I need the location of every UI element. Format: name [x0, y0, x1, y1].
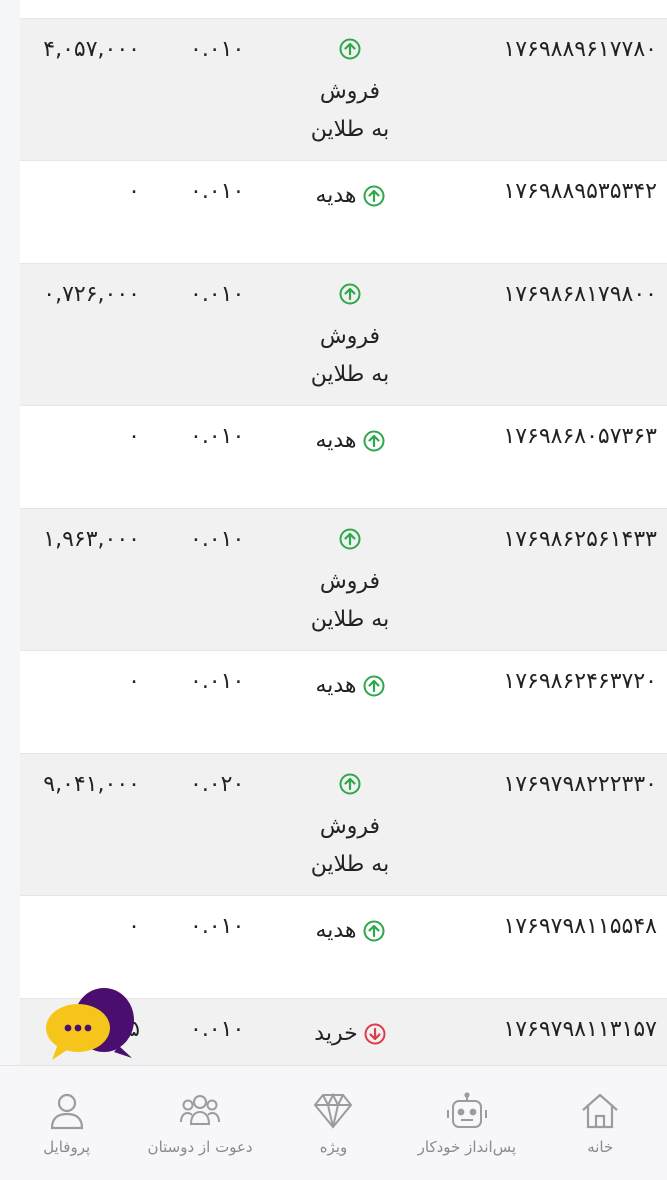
amount: ۰ — [128, 669, 140, 694]
nav-profile[interactable]: پروفایل — [2, 1066, 132, 1156]
nav-label: پروفایل — [43, 1138, 91, 1156]
arrow-up-circle-icon — [363, 185, 385, 207]
transaction-id: ۱۷۶۹۸۸۹۵۳۵۳۴۲ — [503, 179, 657, 204]
gold-weight: ۰.۰۱۰ — [190, 424, 245, 449]
list-top-edge — [20, 0, 667, 19]
arrow-up-circle-icon — [339, 283, 361, 305]
transaction-type: فروش به طلاین — [280, 280, 420, 394]
users-icon — [180, 1095, 221, 1125]
table-row[interactable]: ۱۷۶۹۸۶۸۱۷۹۸۰۰ فروش به طلاین ۰.۰۱۰ ۰,۷۲۶,۰۰۰ — [20, 264, 667, 406]
nav-invite-friends[interactable]: دعوت از دوستان — [135, 1066, 265, 1156]
gold-weight: ۰.۰۱۰ — [190, 282, 245, 307]
user-icon — [50, 1093, 83, 1130]
amount: ۹,۰۴۱,۰۰۰ — [43, 772, 140, 797]
gold-weight: ۰.۰۱۰ — [190, 1017, 245, 1042]
type-label-2: به طلاین — [310, 607, 390, 632]
gold-weight: ۰.۰۱۰ — [190, 179, 245, 204]
transaction-id: ۱۷۶۹۷۹۸۱۱۵۵۴۸ — [503, 914, 657, 939]
transaction-type: خریداز طلاین — [280, 1015, 420, 1066]
transaction-type: هدیه — [280, 422, 420, 465]
nav-label: پس‌انداز خودکار — [417, 1138, 517, 1156]
type-label-2: به طلاین — [310, 852, 390, 877]
nav-label: دعوت از دوستان — [147, 1138, 253, 1156]
gold-weight: ۰.۰۱۰ — [190, 37, 245, 62]
arrow-up-circle-icon — [363, 675, 385, 697]
type-label: فروش — [319, 79, 381, 104]
type-label: هدیه — [315, 673, 357, 698]
arrow-up-circle-icon — [363, 920, 385, 942]
gold-weight: ۰.۰۱۰ — [190, 527, 245, 552]
arrow-down-circle-icon — [364, 1023, 386, 1045]
type-label: هدیه — [315, 918, 357, 943]
transaction-type: هدیه — [280, 177, 420, 220]
type-label: فروش — [319, 814, 381, 839]
transaction-type: فروش به طلاین — [280, 770, 420, 884]
amount: ۴,۰۵۷,۰۰۰ — [43, 37, 140, 62]
transaction-id: ۱۷۶۹۸۶۲۴۶۳۷۲۰ — [503, 669, 657, 694]
transaction-id: ۱۷۶۹۸۶۲۵۶۱۴۳۳ — [503, 527, 657, 552]
transaction-type: فروش به طلاین — [280, 35, 420, 149]
arrow-up-circle-icon — [339, 773, 361, 795]
amount: ۱,۹۶۳,۰۰۰ — [43, 527, 140, 552]
table-row[interactable]: ۱۷۶۹۸۶۸۰۵۷۳۶۳ هدیه ۰.۰۱۰ ۰ — [20, 406, 667, 509]
transaction-id: ۱۷۶۹۸۶۸۰۵۷۳۶۳ — [503, 424, 657, 449]
arrow-up-circle-icon — [339, 38, 361, 60]
type-label: فروش — [319, 324, 381, 349]
type-label: فروش — [319, 569, 381, 594]
table-row[interactable]: ۱۷۶۹۸۶۲۵۶۱۴۳۳ فروش به طلاین ۰.۰۱۰ ۱,۹۶۳,۰۰۰ — [20, 509, 667, 651]
amount: ۰,۷۲۶,۰۰۰ — [43, 282, 140, 307]
nav-label: ویژه — [319, 1138, 348, 1156]
transactions-list[interactable]: ۱۷۶۹۸۸۹۶۱۷۷۸۰ فروش به طلاین ۰.۰۱۰ ۴,۰۵۷,۰۰۰ ۱… — [20, 0, 667, 1066]
table-row[interactable]: ۱۷۶۹۸۸۹۶۱۷۷۸۰ فروش به طلاین ۰.۰۱۰ ۴,۰۵۷,۰۰۰ — [20, 19, 667, 161]
nav-label: خانه — [587, 1138, 614, 1156]
table-row[interactable]: ۱۷۶۹۷۹۸۲۲۲۳۳۰ فروش به طلاین ۰.۰۲۰ ۹,۰۴۱,۰۰۰ — [20, 754, 667, 896]
bottom-navigation: پروفایل دعوت از دوستان ویژه — [0, 1065, 667, 1180]
type-label-2: به طلاین — [310, 117, 390, 142]
table-row[interactable]: ۱۷۶۹۸۸۹۵۳۵۳۴۲ هدیه ۰.۰۱۰ ۰ — [20, 161, 667, 264]
table-row[interactable]: ۱۷۶۹۷۹۸۱۱۵۵۴۸ هدیه ۰.۰۱۰ ۰ — [20, 896, 667, 999]
type-label: خرید — [314, 1021, 358, 1046]
nav-auto-savings[interactable]: پس‌انداز خودکار — [402, 1066, 532, 1156]
diamond-icon — [314, 1092, 353, 1129]
gold-weight: ۰.۰۱۰ — [190, 669, 245, 694]
gold-weight: ۰.۰۲۰ — [190, 772, 245, 797]
type-label-2: به طلاین — [310, 362, 390, 387]
gold-weight: ۰.۰۱۰ — [190, 914, 245, 939]
arrow-up-circle-icon — [339, 528, 361, 550]
home-icon — [582, 1093, 618, 1129]
table-row[interactable]: ۱۷۶۹۸۶۲۴۶۳۷۲۰ هدیه ۰.۰۱۰ ۰ — [20, 651, 667, 754]
transaction-type: هدیه — [280, 912, 420, 955]
amount: ۰ — [128, 914, 140, 939]
amount: ۰ — [128, 179, 140, 204]
transaction-type: فروش به طلاین — [280, 525, 420, 639]
chat-support-button[interactable] — [44, 986, 136, 1066]
transaction-id: ۱۷۶۹۷۹۸۱۱۳۱۵۷ — [503, 1017, 657, 1042]
transaction-type: هدیه — [280, 667, 420, 710]
robot-icon — [446, 1092, 487, 1128]
nav-premium[interactable]: ویژه — [268, 1066, 398, 1156]
type-label: هدیه — [315, 183, 357, 208]
nav-home[interactable]: خانه — [535, 1066, 665, 1156]
amount: ۰ — [128, 424, 140, 449]
transaction-id: ۱۷۶۹۷۹۸۲۲۲۳۳۰ — [503, 772, 657, 797]
arrow-up-circle-icon — [363, 430, 385, 452]
type-label: هدیه — [315, 428, 357, 453]
transaction-id: ۱۷۶۹۸۸۹۶۱۷۷۸۰ — [503, 37, 657, 62]
transaction-id: ۱۷۶۹۸۶۸۱۷۹۸۰۰ — [503, 282, 657, 307]
